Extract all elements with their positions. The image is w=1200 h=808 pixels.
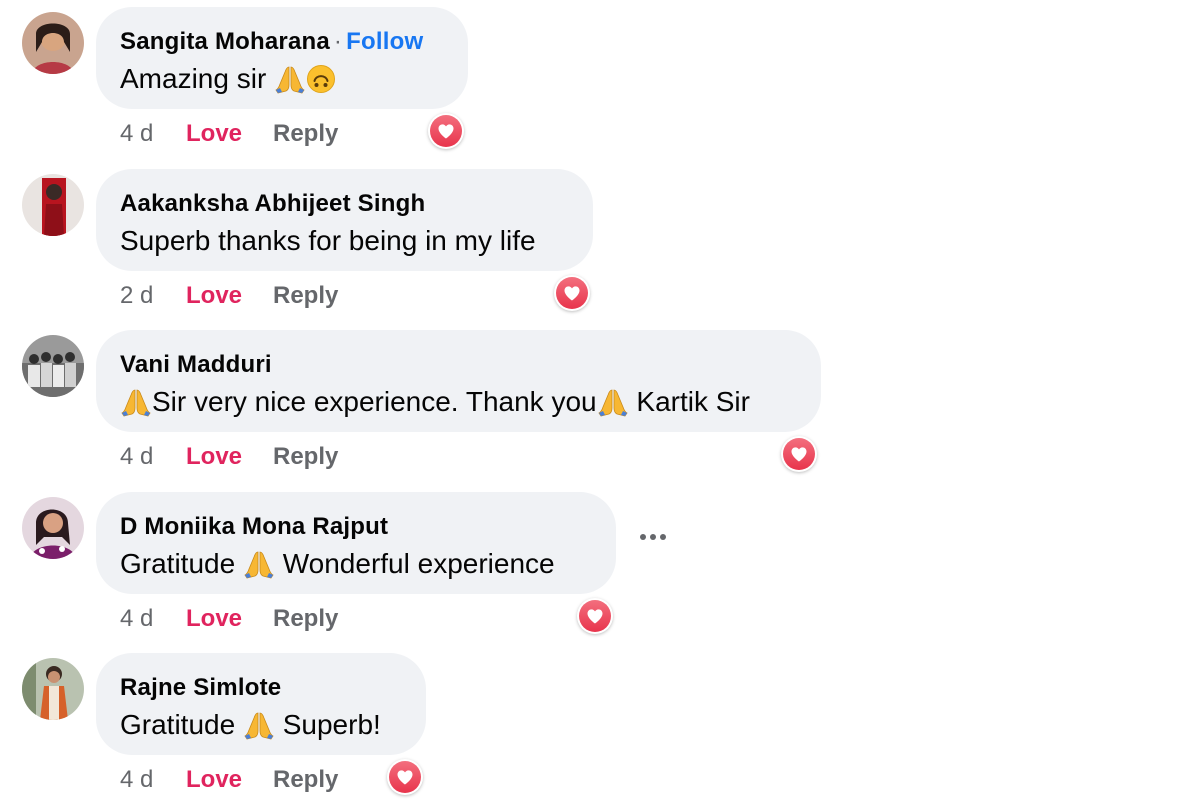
- author-line: D Moniika Mona Rajput: [120, 513, 388, 541]
- comment-text-part: Wonderful experience: [274, 548, 555, 579]
- love-button[interactable]: Love: [186, 443, 273, 471]
- reaction-circle: [783, 438, 815, 470]
- timestamp[interactable]: 4 d: [120, 605, 186, 633]
- reaction-badge[interactable]: [554, 275, 590, 311]
- reaction-badge[interactable]: [577, 598, 613, 634]
- reply-button[interactable]: Reply: [273, 282, 338, 310]
- follow-button[interactable]: Follow: [346, 28, 423, 55]
- reaction-badge[interactable]: [428, 113, 464, 149]
- separator-dot: ·: [333, 28, 343, 55]
- reaction-badge[interactable]: [387, 759, 423, 795]
- author-name[interactable]: D Moniika Mona Rajput: [120, 513, 388, 540]
- reply-button[interactable]: Reply: [273, 766, 338, 794]
- comment-text-part: Amazing sir: [120, 63, 275, 94]
- comment-actions: 4 d Love Reply: [120, 762, 338, 798]
- more-options-button[interactable]: [628, 520, 678, 554]
- comment-actions: 4 d Love Reply: [120, 601, 338, 637]
- comment-actions: 4 d Love Reply: [120, 439, 338, 475]
- author-line: Vani Madduri: [120, 351, 272, 379]
- comment-actions: 2 d Love Reply: [120, 278, 338, 314]
- avatar[interactable]: [22, 174, 84, 236]
- heart-icon: [789, 444, 809, 464]
- love-button[interactable]: Love: [186, 282, 273, 310]
- upside-down-face-icon: [307, 65, 336, 93]
- reaction-circle: [556, 277, 588, 309]
- reply-button[interactable]: Reply: [273, 120, 338, 148]
- comment-bubble: Sangita Moharana · Follow Amazing sir: [96, 7, 468, 109]
- reply-button[interactable]: Reply: [273, 605, 338, 633]
- comment-bubble: Rajne Simlote Gratitude Superb!: [96, 653, 426, 755]
- avatar[interactable]: [22, 12, 84, 74]
- comment-text-part: Sir very nice experience. Thank you: [152, 386, 597, 417]
- reaction-circle: [430, 115, 462, 147]
- heart-icon: [395, 767, 415, 787]
- timestamp[interactable]: 4 d: [120, 120, 186, 148]
- comment-text: Sir very nice experience. Thank you Kart…: [120, 385, 750, 419]
- comment-bubble: Vani Madduri Sir very nice experience. T…: [96, 330, 821, 432]
- comment-item: Vani Madduri Sir very nice experience. T…: [0, 323, 1200, 485]
- heart-icon: [585, 606, 605, 626]
- folded-hands-icon: [120, 387, 152, 417]
- comment-text-part: Gratitude: [120, 548, 243, 579]
- comment-text-part: Gratitude: [120, 709, 243, 740]
- comment-actions: 4 d Love Reply: [120, 116, 338, 152]
- comment-bubble: Aakanksha Abhijeet Singh Superb thanks f…: [96, 169, 593, 271]
- comment-item: D Moniika Mona Rajput Gratitude Wonderfu…: [0, 485, 1200, 647]
- love-button[interactable]: Love: [186, 605, 273, 633]
- folded-hands-icon: [597, 387, 629, 417]
- comment-text-part: Kartik Sir: [628, 386, 750, 417]
- comment-text: Gratitude Superb!: [120, 708, 381, 742]
- reaction-circle: [389, 761, 421, 793]
- timestamp[interactable]: 2 d: [120, 282, 186, 310]
- author-name[interactable]: Aakanksha Abhijeet Singh: [120, 190, 425, 217]
- reaction-circle: [579, 600, 611, 632]
- reaction-badge[interactable]: [781, 436, 817, 472]
- comment-text: Amazing sir: [120, 62, 336, 96]
- reply-button[interactable]: Reply: [273, 443, 338, 471]
- author-line: Sangita Moharana · Follow: [120, 28, 423, 56]
- avatar[interactable]: [22, 497, 84, 559]
- comment-bubble: D Moniika Mona Rajput Gratitude Wonderfu…: [96, 492, 616, 594]
- comment-text: Gratitude Wonderful experience: [120, 547, 555, 581]
- timestamp[interactable]: 4 d: [120, 766, 186, 794]
- comment-text: Superb thanks for being in my life: [120, 225, 536, 256]
- love-button[interactable]: Love: [186, 766, 273, 794]
- comment-item: Rajne Simlote Gratitude Superb! 4 d Love…: [0, 646, 1200, 808]
- heart-icon: [562, 283, 582, 303]
- author-name[interactable]: Rajne Simlote: [120, 674, 281, 701]
- author-name[interactable]: Sangita Moharana: [120, 28, 330, 55]
- author-line: Rajne Simlote: [120, 674, 281, 702]
- more-options-icon: [640, 534, 666, 540]
- love-button[interactable]: Love: [186, 120, 273, 148]
- timestamp[interactable]: 4 d: [120, 443, 186, 471]
- avatar[interactable]: [22, 335, 84, 397]
- author-line: Aakanksha Abhijeet Singh: [120, 190, 425, 218]
- comment-item: Sangita Moharana · Follow Amazing sir 4 d …: [0, 0, 1200, 162]
- folded-hands-icon: [243, 549, 275, 579]
- comment-text-part: Superb!: [274, 709, 381, 740]
- author-name[interactable]: Vani Madduri: [120, 351, 272, 378]
- folded-hands-icon: [243, 710, 275, 740]
- folded-hands-icon: [274, 64, 306, 94]
- heart-icon: [436, 121, 456, 141]
- avatar[interactable]: [22, 658, 84, 720]
- comment-item: Aakanksha Abhijeet Singh Superb thanks f…: [0, 162, 1200, 324]
